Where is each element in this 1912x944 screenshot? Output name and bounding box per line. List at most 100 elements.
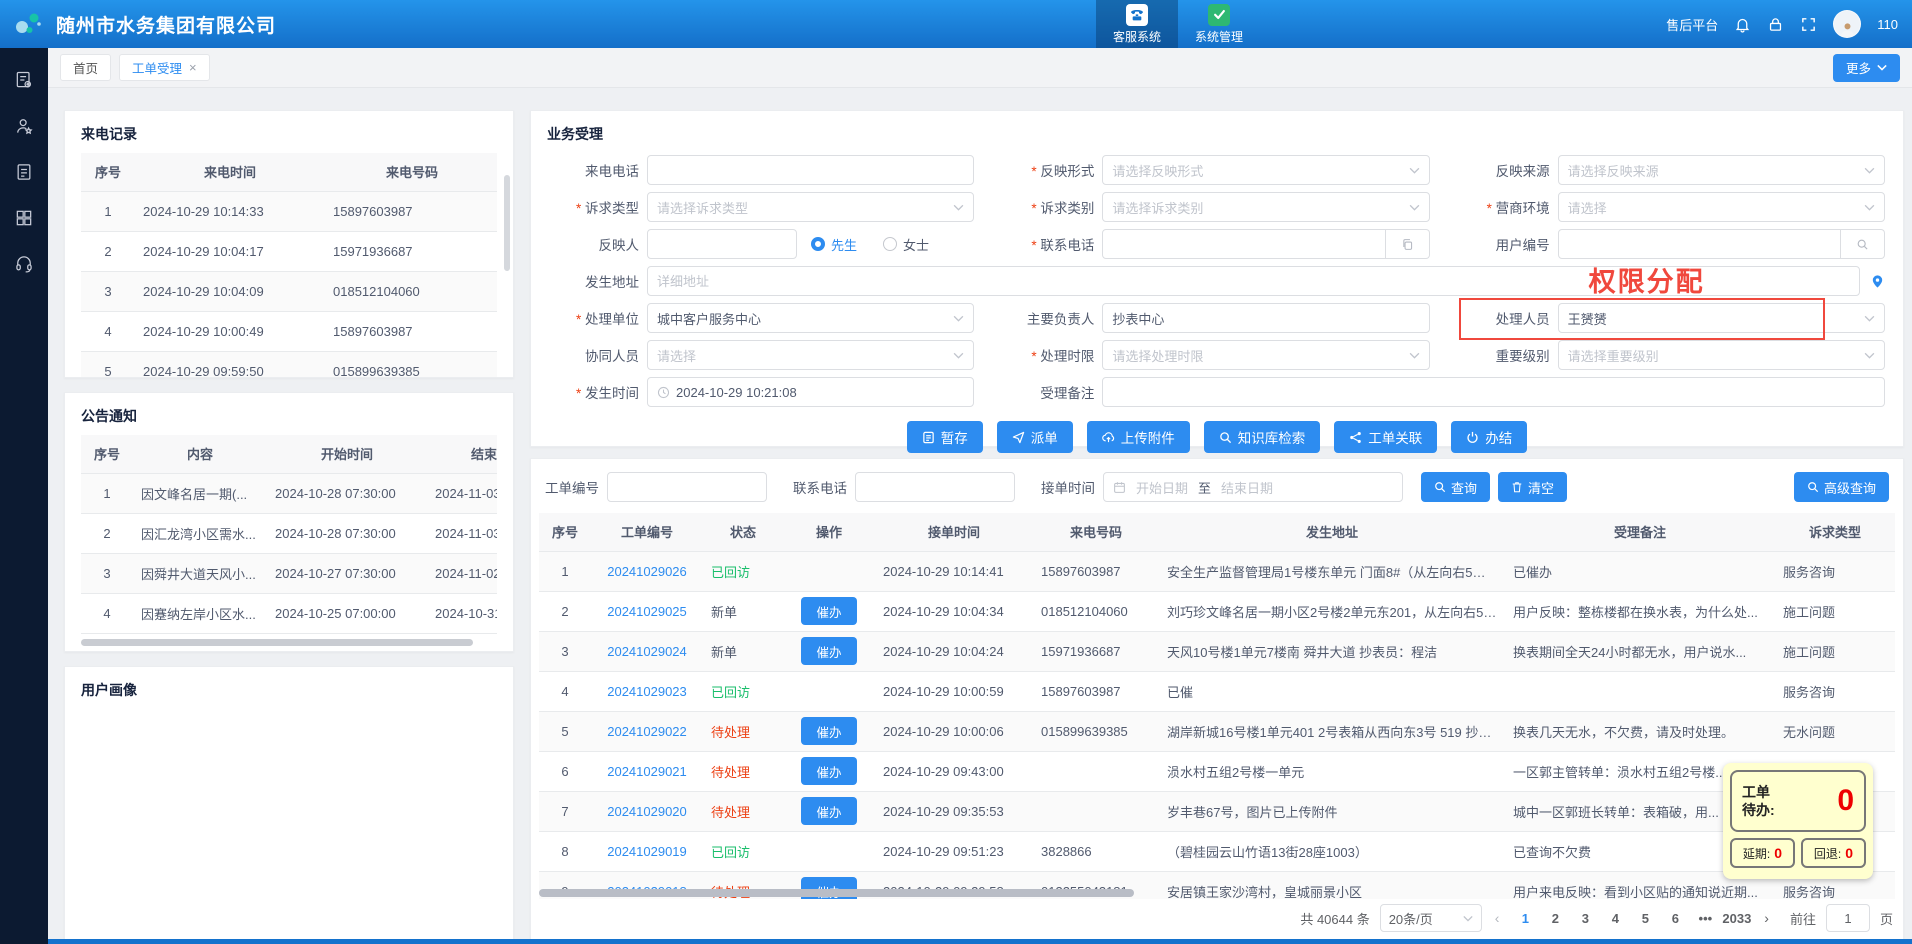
reflect-form-select[interactable]: 请选择反映形式 (1102, 155, 1429, 185)
cell: 因蹇纳左岸小区水... (133, 593, 267, 633)
main-leader-input[interactable] (1112, 311, 1419, 326)
order-no-cell: 20241029023 (591, 671, 703, 711)
vertical-scrollbar-thumb[interactable] (504, 175, 510, 271)
urge-button[interactable]: 催办 (801, 717, 857, 745)
column-header: 内容 (133, 435, 267, 473)
order-row: 520241029022待处理催办2024-10-29 10:00:060158… (539, 711, 1895, 751)
query-button[interactable]: 查询 (1421, 472, 1490, 502)
contact-phone-input[interactable] (1112, 237, 1375, 252)
advanced-query-button[interactable]: 高级查询 (1794, 472, 1889, 502)
order-no-link[interactable]: 20241029020 (607, 804, 687, 819)
address-input[interactable] (657, 274, 1850, 289)
appeal-type-select[interactable]: 请选择诉求类型 (647, 192, 974, 222)
page-size-select[interactable]: 20条/页 (1380, 904, 1482, 932)
fullscreen-icon[interactable] (1800, 16, 1817, 33)
co-staff-select[interactable]: 请选择 (647, 340, 974, 370)
business-env-select[interactable]: 请选择 (1558, 192, 1885, 222)
urge-button[interactable]: 催办 (801, 597, 857, 625)
order-type: 施工问题 (1775, 631, 1895, 671)
page-button[interactable]: 6 (1662, 905, 1688, 931)
order-no-link[interactable]: 20241029021 (607, 764, 687, 779)
order-no-link[interactable]: 20241029023 (607, 684, 687, 699)
customer-star-icon[interactable] (14, 116, 34, 136)
apps-grid-icon[interactable] (14, 208, 34, 228)
importance-select[interactable]: 请选择重要级别 (1558, 340, 1885, 370)
order-row: 420241029023已回访2024-10-29 10:00:59158976… (539, 671, 1895, 711)
order-type: 施工问题 (1775, 591, 1895, 631)
gender-radio-mr[interactable]: 先生 (811, 235, 857, 254)
date-range-picker[interactable]: 开始日期 至 结束日期 (1103, 472, 1403, 502)
page-ellipsis[interactable]: ••• (1692, 905, 1718, 931)
upload-button[interactable]: 上传附件 (1087, 421, 1190, 453)
call-phone-field[interactable] (647, 155, 974, 185)
search-icon[interactable] (1841, 229, 1885, 259)
phone-search-input[interactable] (855, 472, 1015, 502)
horizontal-scrollbar-thumb[interactable] (81, 639, 473, 646)
finish-button[interactable]: 办结 (1451, 421, 1527, 453)
urge-button[interactable]: 催办 (801, 797, 857, 825)
tab-work-order[interactable]: 工单受理 × (119, 54, 210, 81)
orders-horizontal-scrollbar-thumb[interactable] (539, 889, 1134, 897)
bell-icon[interactable] (1734, 16, 1751, 33)
reflect-source-select[interactable]: 请选择反映来源 (1558, 155, 1885, 185)
search-icon (1219, 431, 1232, 444)
page-button[interactable]: 4 (1602, 905, 1628, 931)
remark-input[interactable] (1112, 385, 1875, 400)
tab-home[interactable]: 首页 (60, 54, 111, 81)
goto-page-input[interactable] (1826, 904, 1870, 932)
dispatch-button[interactable]: 派单 (997, 421, 1073, 453)
occur-time-picker[interactable]: 2024-10-29 10:21:08 (647, 377, 974, 407)
page-button[interactable]: 2 (1542, 905, 1568, 931)
order-no-link[interactable]: 20241029022 (607, 724, 687, 739)
page-button[interactable]: 5 (1632, 905, 1658, 931)
nav-system-admin[interactable]: 系统管理 (1178, 0, 1260, 48)
address-field[interactable] (647, 266, 1860, 296)
nav-customer-service[interactable]: 客服系统 (1096, 0, 1178, 48)
reporter-field[interactable] (647, 229, 797, 259)
call-phone-input[interactable] (657, 163, 964, 178)
order-no-link[interactable]: 20241029026 (607, 564, 687, 579)
kb-search-button[interactable]: 知识库检索 (1204, 421, 1321, 453)
reporter-input[interactable] (657, 237, 787, 252)
appeal-category-select[interactable]: 请选择诉求类别 (1102, 192, 1429, 222)
main-leader-field[interactable] (1102, 303, 1429, 333)
urge-button[interactable]: 催办 (801, 757, 857, 785)
handler-select[interactable]: 王赟赟 权限分配 (1558, 303, 1885, 333)
after-sales-link[interactable]: 售后平台 (1666, 15, 1718, 34)
status-badge: 已回访 (711, 685, 750, 700)
contact-phone-field[interactable] (1102, 229, 1385, 259)
next-page-button[interactable]: › (1761, 910, 1772, 926)
order-no-link[interactable]: 20241029024 (607, 644, 687, 659)
draft-button[interactable]: 暂存 (907, 421, 983, 453)
location-pin-icon[interactable] (1870, 274, 1885, 289)
user-no-field[interactable] (1558, 229, 1841, 259)
tab-close-icon[interactable]: × (189, 60, 197, 75)
report-icon[interactable] (14, 162, 34, 182)
cell: 1 (81, 191, 135, 231)
headset-icon[interactable] (14, 254, 34, 274)
urge-button[interactable]: 催办 (801, 637, 857, 665)
field-label: 处理人员 (1438, 308, 1550, 328)
link-order-button[interactable]: 工单关联 (1334, 421, 1437, 453)
copy-icon[interactable] (1386, 229, 1430, 259)
page-button[interactable]: 1 (1512, 905, 1538, 931)
user-avatar[interactable] (1833, 10, 1861, 38)
page-button[interactable]: 3 (1572, 905, 1598, 931)
back-box: 回退: 0 (1801, 838, 1866, 868)
order-no-link[interactable]: 20241029025 (607, 604, 687, 619)
order-no-link[interactable]: 20241029019 (607, 844, 687, 859)
cell: 015899639385 (325, 351, 497, 378)
order-no-search-input[interactable] (607, 472, 767, 502)
user-no-input[interactable] (1568, 237, 1831, 252)
order-doc-icon[interactable] (14, 70, 34, 90)
clear-button[interactable]: 清空 (1498, 472, 1567, 502)
page-button[interactable]: 2033 (1722, 905, 1751, 931)
remark-field[interactable] (1102, 377, 1885, 407)
prev-page-button[interactable]: ‹ (1492, 910, 1503, 926)
gender-radio-ms[interactable]: 女士 (883, 235, 929, 254)
more-button[interactable]: 更多 (1833, 54, 1900, 82)
handle-unit-select[interactable]: 城中客户服务中心 (647, 303, 974, 333)
lock-icon[interactable] (1767, 16, 1784, 33)
handle-limit-select[interactable]: 请选择处理时限 (1102, 340, 1429, 370)
order-action-cell: 催办 (783, 591, 875, 631)
